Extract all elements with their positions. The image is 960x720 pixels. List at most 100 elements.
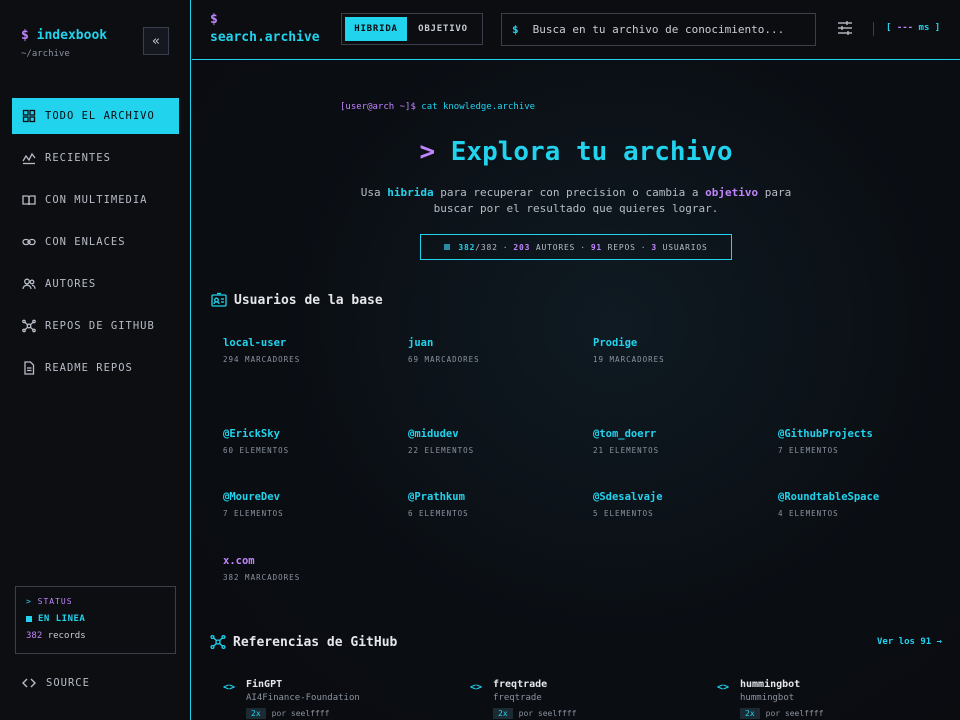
book-open-icon	[22, 193, 36, 207]
sidebar-item-autores[interactable]: AUTORES	[12, 266, 179, 302]
prompt-icon: $	[512, 23, 519, 36]
brand-title: $ indexbook	[21, 28, 108, 43]
sidebar-item-label: AUTORES	[45, 278, 97, 290]
repo-name: FinGPT	[246, 679, 283, 690]
repo-name: hummingbot	[740, 679, 801, 690]
user-card[interactable]: @Sdesalvaje 5 ELEMENTOS	[593, 491, 663, 518]
repo-name: freqtrade	[493, 679, 548, 690]
user-card[interactable]: @GithubProjects 7 ELEMENTOS	[778, 428, 873, 455]
mode-hibrida-button[interactable]: HIBRIDA	[345, 17, 407, 41]
user-name: x.com	[223, 555, 255, 567]
user-name: @Sdesalvaje	[593, 491, 663, 503]
search-box: $	[501, 13, 816, 46]
user-name: @tom_doerr	[593, 428, 657, 440]
activity-icon	[22, 151, 36, 165]
sidebar-item-recientes[interactable]: RECIENTES	[12, 140, 179, 176]
users-section-title: Usuarios de la base	[211, 292, 383, 308]
page-title: > Explora tu archivo	[419, 137, 733, 167]
terminal-prompt: [user@arch ~]$ cat knowledge.archive	[340, 102, 536, 112]
user-card[interactable]: x.com 382 MARCADORES	[223, 555, 300, 582]
status-online: EN LINEA	[26, 614, 165, 624]
code-icon	[22, 676, 36, 690]
collapse-sidebar-button[interactable]: «	[143, 27, 169, 55]
stats-square-icon	[444, 244, 451, 250]
brand-path: ~/archive	[21, 49, 70, 59]
page-description: Usa hibrida para recuperar con precision…	[360, 186, 792, 215]
user-card[interactable]: @MoureDev 7 ELEMENTOS	[223, 491, 284, 518]
user-count: 7 ELEMENTOS	[223, 509, 284, 518]
sidebar-item-con-multimedia[interactable]: CON MULTIMEDIA	[12, 182, 179, 218]
repo-owner: freqtrade	[493, 693, 542, 703]
user-count: 69 MARCADORES	[408, 355, 480, 364]
repo-meta: 2x por seelffff	[246, 708, 360, 719]
sidebar-item-label: README REPOS	[45, 362, 133, 374]
user-count: 5 ELEMENTOS	[593, 509, 654, 518]
user-card[interactable]: juan 69 MARCADORES	[408, 337, 480, 364]
user-count: 19 MARCADORES	[593, 355, 665, 364]
sliders-icon	[838, 21, 852, 35]
sidebar-item-con-enlaces[interactable]: CON ENLACES	[12, 224, 179, 260]
file-text-icon	[22, 361, 36, 375]
user-card[interactable]: @ErickSky 60 ELEMENTOS	[223, 428, 289, 455]
user-name: juan	[408, 337, 434, 349]
code-icon: <>	[470, 682, 483, 693]
topbar-divider	[873, 22, 874, 36]
mode-objetivo-button[interactable]: OBJETIVO	[407, 17, 479, 41]
repo-card[interactable]: <> FinGPT AI4Finance-Foundation 2x por se…	[223, 679, 360, 719]
network-icon	[210, 634, 226, 650]
user-name: @RoundtableSpace	[778, 491, 880, 503]
user-count: 4 ELEMENTOS	[778, 509, 839, 518]
user-name: @ErickSky	[223, 428, 280, 440]
github-section-title: Referencias de GitHub	[210, 634, 397, 650]
search-input[interactable]	[532, 23, 793, 36]
link-icon	[22, 235, 36, 249]
repo-owner: AI4Finance-Foundation	[246, 693, 360, 703]
code-icon: <>	[223, 682, 236, 693]
chevrons-left-icon: «	[152, 33, 160, 49]
repo-meta: 2x por seelffff	[740, 708, 823, 719]
status-records: 382 records	[26, 631, 86, 641]
source-link[interactable]: SOURCE	[22, 676, 90, 690]
status-panel: > STATUS EN LINEA 382 records	[15, 586, 176, 654]
see-all-repos-link[interactable]: Ver los 91 →	[877, 637, 942, 647]
sidebar-item-readme-repos[interactable]: README REPOS	[12, 350, 179, 386]
sidebar-item-label: RECIENTES	[45, 152, 111, 164]
user-name: @GithubProjects	[778, 428, 873, 440]
user-count: 7 ELEMENTOS	[778, 446, 839, 455]
user-count: 60 ELEMENTOS	[223, 446, 290, 455]
sidebar-item-repos-de-github[interactable]: REPOS DE GITHUB	[12, 308, 179, 344]
top-bar: $ search.archive HIBRIDA OBJETIVO $ [ --…	[192, 0, 960, 60]
user-card[interactable]: local-user 294 MARCADORES	[223, 337, 300, 364]
user-card[interactable]: @RoundtableSpace 4 ELEMENTOS	[778, 491, 879, 518]
sidebar-item-label: CON MULTIMEDIA	[45, 194, 148, 206]
user-count: 382 MARCADORES	[223, 573, 301, 582]
users-icon	[22, 277, 36, 291]
user-count: 6 ELEMENTOS	[408, 509, 469, 518]
brand[interactable]: $ indexbook ~/archive	[21, 28, 107, 59]
search-mode-toggle: HIBRIDA OBJETIVO	[341, 13, 483, 45]
sidebar-nav: TODO EL ARCHIVO RECIENTES CON MULTIMEDIA…	[12, 98, 179, 392]
sidebar-item-label: TODO EL ARCHIVO	[45, 110, 155, 122]
sidebar-item-todo-el-archivo[interactable]: TODO EL ARCHIVO	[12, 98, 179, 134]
user-card[interactable]: @tom_doerr 21 ELEMENTOS	[593, 428, 659, 455]
repo-count-badge: 2x	[246, 708, 266, 719]
sidebar-item-label: CON ENLACES	[45, 236, 126, 248]
repo-card[interactable]: <> hummingbot hummingbot 2x por seelffff	[717, 679, 823, 719]
search-label: $ search.archive	[210, 12, 320, 45]
user-name: Prodige	[593, 337, 638, 349]
repo-count-badge: 2x	[493, 708, 513, 719]
user-card[interactable]: Prodige 19 MARCADORES	[593, 337, 665, 364]
archive-stats: 382/382 · 203 AUTORES · 91 REPOS · 3 USU…	[420, 234, 732, 260]
user-count: 22 ELEMENTOS	[408, 446, 475, 455]
repo-card[interactable]: <> freqtrade freqtrade 2x por seelffff	[470, 679, 576, 719]
grid-icon	[22, 109, 36, 123]
repo-owner: hummingbot	[740, 693, 795, 703]
user-count: 21 ELEMENTOS	[593, 446, 660, 455]
user-card[interactable]: @Prathkum 6 ELEMENTOS	[408, 491, 469, 518]
user-name: @Prathkum	[408, 491, 465, 503]
repo-meta: 2x por seelffff	[493, 708, 576, 719]
network-icon	[22, 319, 36, 333]
user-card[interactable]: @midudev 22 ELEMENTOS	[408, 428, 474, 455]
code-icon: <>	[717, 682, 730, 693]
filters-button[interactable]	[835, 18, 855, 38]
